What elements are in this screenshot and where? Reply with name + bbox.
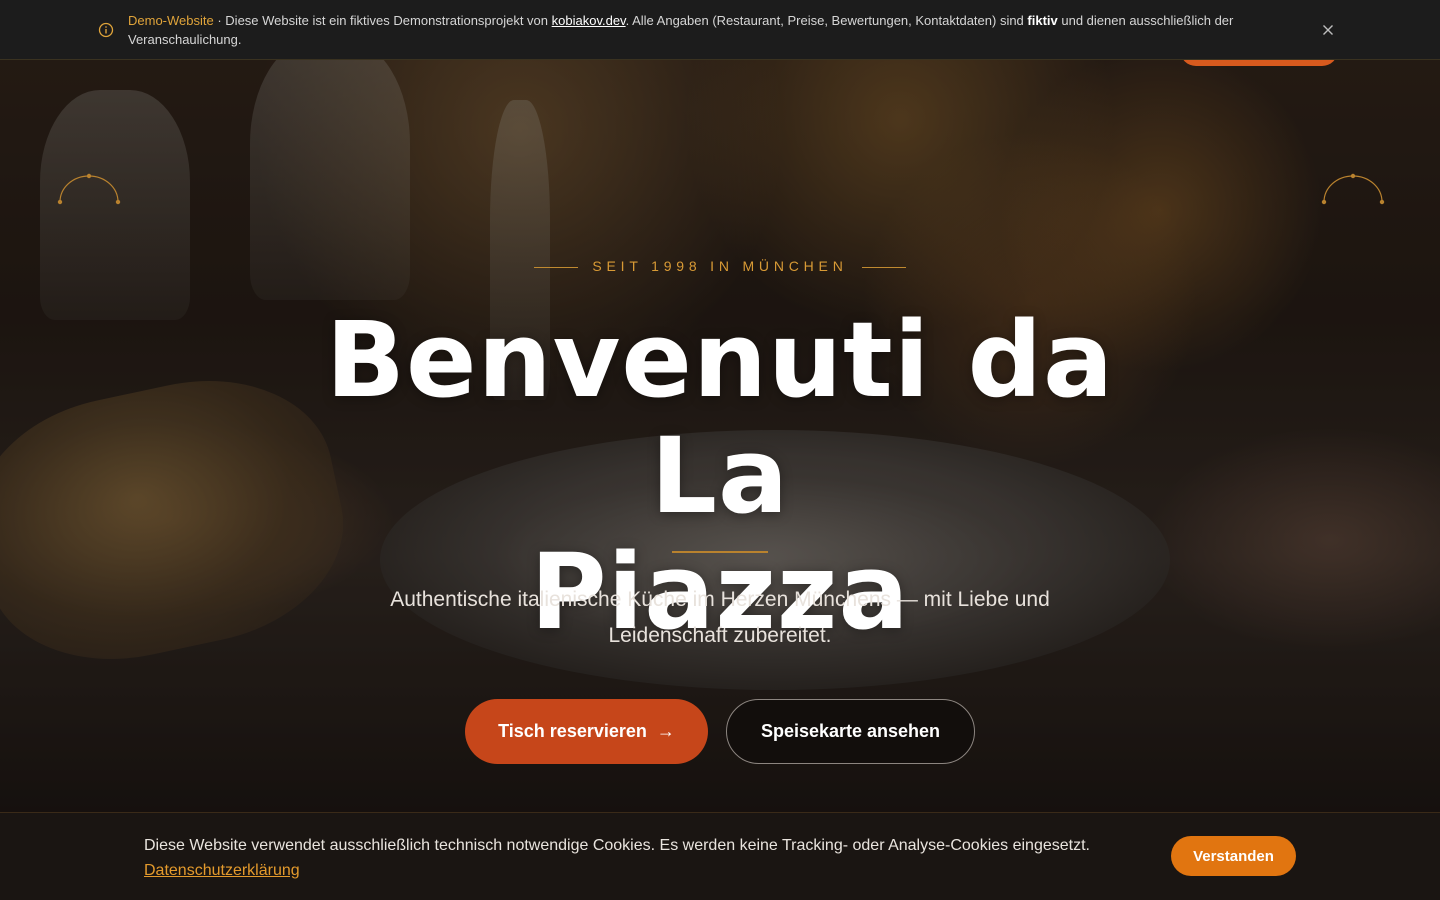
- demo-notice-banner: Demo-Website · Diese Website ist ein fik…: [0, 0, 1440, 60]
- hero-eyebrow-text: SEIT 1998 IN MÜNCHEN: [592, 258, 848, 274]
- demo-notice-bold: fiktiv: [1027, 13, 1058, 28]
- eyebrow-line-right: [861, 266, 906, 268]
- close-icon[interactable]: [1320, 22, 1336, 38]
- accept-cookies-button[interactable]: Verstanden: [1171, 836, 1296, 876]
- hero-title-line1: Benvenuti da La: [325, 299, 1115, 537]
- eyebrow-line-left: [534, 266, 579, 268]
- hero-subtitle: Authentische italienische Küche im Herze…: [390, 588, 1050, 647]
- cookie-text: Diese Website verwendet ausschließlich t…: [144, 833, 1124, 883]
- ornament-arch-left-icon: [57, 173, 121, 205]
- reserve-table-label: Tisch reservieren: [498, 721, 647, 741]
- arrow-right-icon: →: [656, 721, 675, 741]
- demo-notice-text-part1: · Diese Website ist ein fiktives Demonst…: [213, 13, 552, 28]
- title-divider: [672, 551, 768, 553]
- info-icon: [98, 22, 114, 38]
- ornament-arch-right-icon: [1321, 173, 1385, 205]
- cookie-message: Diese Website verwendet ausschließlich t…: [144, 837, 1090, 854]
- demo-notice-brand: Demo-Website: [128, 13, 214, 28]
- kobiakov-link[interactable]: kobiakov.dev: [552, 13, 626, 28]
- hero-eyebrow: SEIT 1998 IN MÜNCHEN: [0, 258, 1440, 274]
- privacy-policy-link[interactable]: Datenschutzerklärung: [144, 862, 300, 879]
- demo-notice-text: Demo-Website · Diese Website ist ein fik…: [128, 11, 1278, 49]
- reserve-table-button[interactable]: Tisch reservieren →: [465, 699, 708, 764]
- demo-notice-text-part2: . Alle Angaben (Restaurant, Preise, Bewe…: [625, 13, 1028, 28]
- view-menu-button[interactable]: Speisekarte ansehen: [726, 699, 975, 764]
